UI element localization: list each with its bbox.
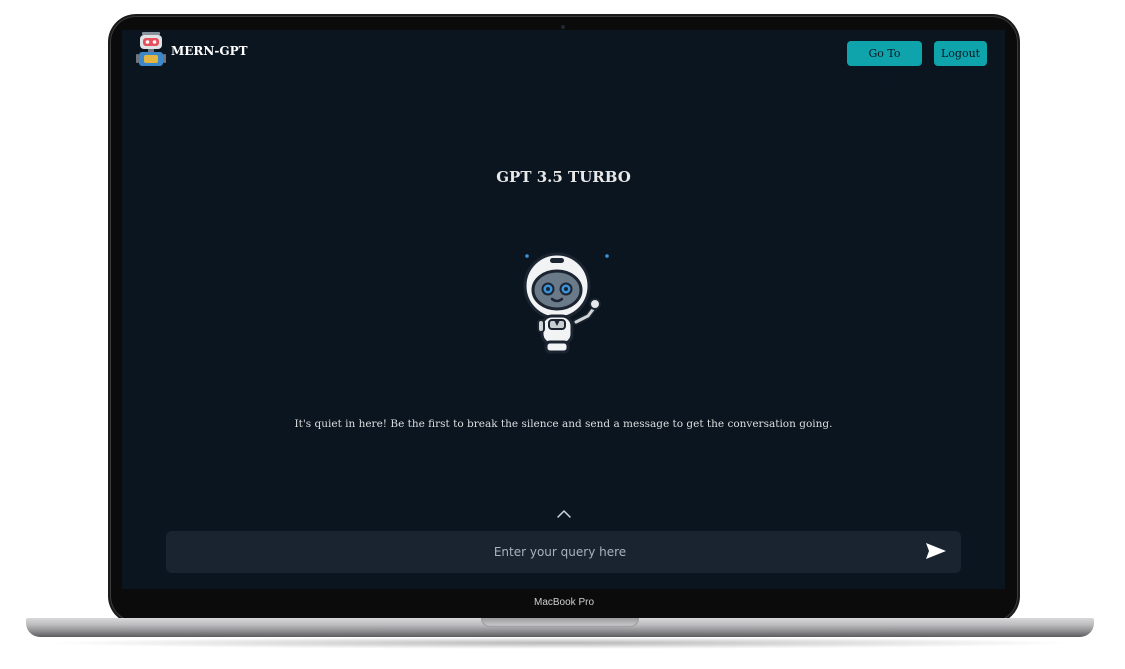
app-screen: MERN-GPT Go To Chat Logout GPT 3.5 TURBO… xyxy=(122,30,1005,589)
model-title: GPT 3.5 TURBO xyxy=(496,168,631,186)
query-input[interactable] xyxy=(166,531,916,573)
app-header: MERN-GPT Go To Chat Logout xyxy=(122,30,1005,85)
laptop-shadow xyxy=(40,637,1080,649)
robot-logo-icon xyxy=(136,32,166,66)
go-to-chat-button[interactable]: Go To Chat xyxy=(847,41,922,85)
brand-name: MERN-GPT xyxy=(171,44,248,58)
chevron-up-icon[interactable] xyxy=(556,509,572,519)
robot-waving-icon xyxy=(523,252,609,354)
logout-button[interactable]: Logout xyxy=(934,41,987,66)
laptop-notch xyxy=(481,618,639,627)
send-icon xyxy=(926,542,946,559)
device-label: MacBook Pro xyxy=(533,597,595,608)
empty-chat-message: It's quiet in here! Be the first to brea… xyxy=(294,418,833,430)
camera-icon xyxy=(561,25,565,29)
query-composer xyxy=(166,531,961,573)
send-button[interactable] xyxy=(921,541,951,563)
